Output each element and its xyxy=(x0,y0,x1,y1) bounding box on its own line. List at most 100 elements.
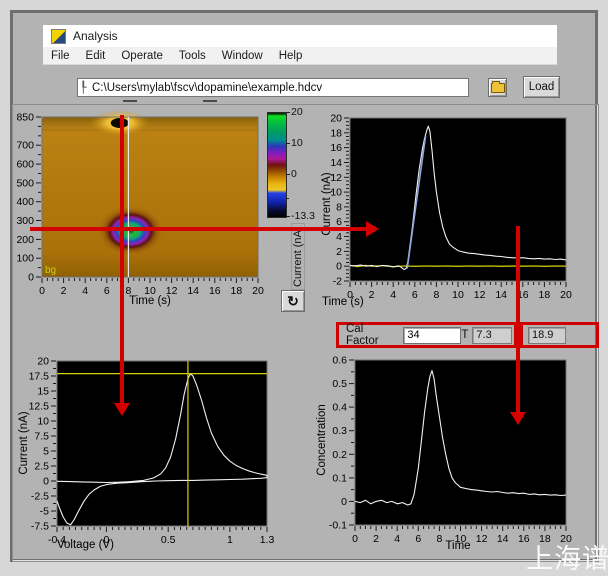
load-button[interactable]: Load xyxy=(523,76,560,98)
svg-text:1.3: 1.3 xyxy=(260,534,275,546)
svg-text:2: 2 xyxy=(336,246,342,258)
window-title: Analysis xyxy=(73,29,118,43)
color-scale-tick-label: -13.3 xyxy=(291,210,315,222)
svg-text:2.5: 2.5 xyxy=(34,461,49,473)
svg-text:200: 200 xyxy=(16,234,34,246)
svg-text:20: 20 xyxy=(330,113,342,125)
svg-text:0.3: 0.3 xyxy=(332,425,347,437)
menu-tools[interactable]: Tools xyxy=(171,50,214,62)
svg-text:14: 14 xyxy=(330,157,342,169)
svg-text:14: 14 xyxy=(497,533,509,545)
svg-text:15: 15 xyxy=(37,386,49,398)
svg-text:0.5: 0.5 xyxy=(161,534,176,546)
svg-text:-0.1: -0.1 xyxy=(329,520,347,532)
menu-window[interactable]: Window xyxy=(214,50,271,62)
svg-text:2: 2 xyxy=(61,285,67,297)
svg-text:Time: Time xyxy=(445,540,470,552)
svg-text:600: 600 xyxy=(16,159,34,171)
svg-text:6: 6 xyxy=(104,285,110,297)
color-scale: 20100-13.3Current (nA)↻ xyxy=(262,108,320,320)
svg-text:5: 5 xyxy=(43,446,49,458)
svg-text:0.6: 0.6 xyxy=(332,355,347,367)
concentration-graph[interactable]: 024681012141618200.60.50.40.30.20.10-0.1… xyxy=(318,352,602,562)
svg-text:100: 100 xyxy=(16,253,34,265)
svg-text:Concentration: Concentration xyxy=(316,404,328,476)
menu-edit[interactable]: Edit xyxy=(78,50,114,62)
cal-factor-input[interactable] xyxy=(403,327,461,344)
color-scale-tick-label: 10 xyxy=(291,137,303,149)
autoscale-z-button[interactable]: ↻ xyxy=(281,290,305,312)
svg-text:10: 10 xyxy=(452,289,464,301)
svg-text:0.5: 0.5 xyxy=(332,378,347,390)
annotation-box-cal-factor: Cal Factor T 7.3 xyxy=(336,322,517,348)
svg-text:0: 0 xyxy=(39,285,45,297)
svg-text:-2.5: -2.5 xyxy=(31,491,49,503)
color-scale-gradient xyxy=(267,112,287,218)
svg-text:700: 700 xyxy=(16,140,34,152)
svg-text:18: 18 xyxy=(539,289,551,301)
cyclic-voltammogram-graph[interactable]: -0.400.511.32017.51512.5107.552.50-2.5-5… xyxy=(14,352,306,560)
svg-text:300: 300 xyxy=(16,215,34,227)
color-scale-minor-tick xyxy=(286,198,289,199)
annotation-arrow-right-line xyxy=(30,227,366,231)
svg-text:500: 500 xyxy=(16,177,34,189)
annotation-arrow-down2-head xyxy=(510,412,526,425)
color-plot-heatmap[interactable]: 0246810121416182001002003004005006007008… xyxy=(14,108,264,310)
panel-mark xyxy=(123,100,137,102)
cal-factor-label: Cal Factor xyxy=(346,323,398,347)
svg-text:14: 14 xyxy=(495,289,507,301)
svg-text:0.4: 0.4 xyxy=(332,402,347,414)
svg-text:20: 20 xyxy=(560,289,572,301)
svg-text:12: 12 xyxy=(474,289,486,301)
svg-text:8: 8 xyxy=(436,533,442,545)
annotation-box-peak-value: 18.9 xyxy=(520,322,599,348)
svg-text:8: 8 xyxy=(433,289,439,301)
svg-text:bg: bg xyxy=(45,265,56,276)
color-scale-tick xyxy=(286,216,290,217)
svg-text:12: 12 xyxy=(476,533,488,545)
file-path-control[interactable]: ┞ xyxy=(77,78,469,97)
svg-text:-2: -2 xyxy=(333,276,342,288)
folder-open-icon xyxy=(491,83,505,93)
svg-text:12.5: 12.5 xyxy=(29,401,50,413)
menu-file[interactable]: File xyxy=(43,50,78,62)
color-scale-tick xyxy=(286,112,290,113)
panel-mark xyxy=(203,100,217,102)
path-type-icon: ┞ xyxy=(80,81,90,94)
peak-current-indicator: 18.9 xyxy=(528,327,566,344)
browse-button[interactable] xyxy=(488,78,507,97)
svg-text:Current (nA): Current (nA) xyxy=(18,411,30,474)
menu-operate[interactable]: Operate xyxy=(113,50,171,62)
color-scale-tick xyxy=(286,143,290,144)
svg-text:8: 8 xyxy=(336,201,342,213)
color-scale-tick-label: 20 xyxy=(291,106,303,118)
file-path-input[interactable] xyxy=(92,82,468,94)
svg-text:2: 2 xyxy=(373,533,379,545)
svg-text:0: 0 xyxy=(341,496,347,508)
svg-text:6: 6 xyxy=(412,289,418,301)
svg-text:4: 4 xyxy=(82,285,88,297)
menu-help[interactable]: Help xyxy=(271,50,311,62)
color-scale-tick xyxy=(286,174,290,175)
svg-text:6: 6 xyxy=(415,533,421,545)
svg-text:18: 18 xyxy=(330,127,342,139)
svg-text:850: 850 xyxy=(16,112,34,124)
annotation-arrow-down1-head xyxy=(114,403,130,416)
t-label: T xyxy=(461,329,468,341)
svg-text:4: 4 xyxy=(390,289,396,301)
svg-text:4: 4 xyxy=(394,533,400,545)
color-scale-tick-label: 0 xyxy=(291,168,297,180)
svg-text:17.5: 17.5 xyxy=(29,371,50,383)
svg-text:16: 16 xyxy=(209,285,221,297)
svg-text:0.1: 0.1 xyxy=(332,472,347,484)
annotation-arrow-down2-line xyxy=(516,226,520,412)
svg-text:7.5: 7.5 xyxy=(34,431,49,443)
svg-text:-7.5: -7.5 xyxy=(31,521,49,533)
svg-text:10: 10 xyxy=(37,416,49,428)
current-vs-time-graph[interactable]: 0246810121416182020181614121086420-2Time… xyxy=(318,108,602,318)
annotation-arrow-down1-line xyxy=(120,115,124,403)
svg-text:2: 2 xyxy=(369,289,375,301)
title-bar: Analysis xyxy=(43,25,557,47)
labview-app-icon xyxy=(51,29,66,44)
svg-text:0: 0 xyxy=(352,533,358,545)
